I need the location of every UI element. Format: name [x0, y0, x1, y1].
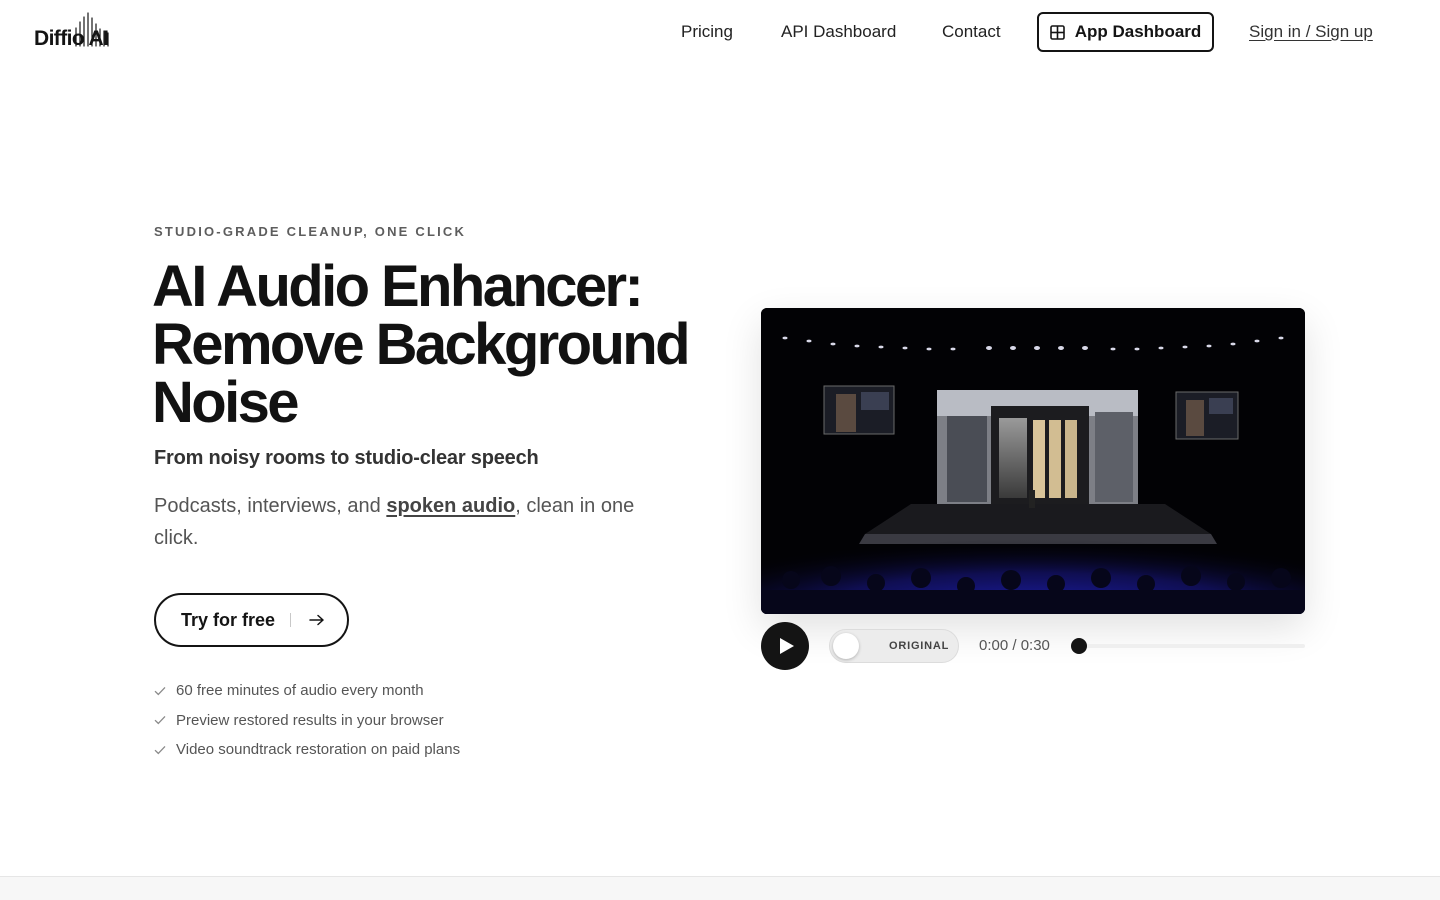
- check-icon: [154, 686, 166, 696]
- check-icon: [154, 716, 166, 725]
- logo[interactable]: Diffio AI: [34, 12, 118, 52]
- feature-list: 60 free minutes of audio every month Pre…: [154, 676, 460, 765]
- feature-item: Preview restored results in your browser: [154, 706, 460, 736]
- app-dashboard-button[interactable]: App Dashboard: [1037, 12, 1214, 52]
- toggle-label: ORIGINAL: [889, 640, 950, 652]
- play-button[interactable]: [761, 622, 809, 670]
- try-for-free-button[interactable]: Try for free: [154, 593, 349, 647]
- spoken-audio-link[interactable]: spoken audio: [386, 495, 515, 517]
- nav-pricing[interactable]: Pricing: [681, 22, 733, 42]
- sign-in-link[interactable]: Sign in / Sign up: [1249, 22, 1373, 42]
- logo-text: Diffio AI: [34, 27, 109, 50]
- app-dashboard-label: App Dashboard: [1074, 22, 1202, 41]
- grid-icon: [1049, 24, 1065, 40]
- seek-track[interactable]: [1075, 644, 1305, 648]
- button-divider: [290, 613, 292, 627]
- toggle-knob[interactable]: [833, 633, 859, 659]
- video-frame-image: [761, 308, 1305, 614]
- next-section-edge: [0, 876, 1440, 900]
- check-icon: [154, 745, 166, 755]
- play-icon: [779, 638, 794, 654]
- hero-title: AI Audio Enhancer: Remove Background Noi…: [152, 254, 691, 435]
- desc-text-before: Podcasts, interviews, and: [154, 495, 387, 517]
- nav-contact[interactable]: Contact: [942, 22, 1001, 42]
- try-for-free-label: Try for free: [181, 609, 276, 630]
- seek-bar[interactable]: [1071, 638, 1305, 654]
- hero-eyebrow: STUDIO-GRADE CLEANUP, ONE CLICK: [154, 224, 467, 239]
- video-preview[interactable]: [761, 308, 1305, 614]
- hero-subtitle: From noisy rooms to studio-clear speech: [154, 447, 539, 469]
- site-header: Diffio AI Pricing API Dashboard Contact …: [0, 0, 1440, 64]
- hero-description: Podcasts, interviews, and spoken audio, …: [154, 490, 654, 554]
- feature-item: Video soundtrack restoration on paid pla…: [154, 735, 460, 765]
- nav-api-dashboard[interactable]: API Dashboard: [781, 22, 896, 42]
- feature-text: Video soundtrack restoration on paid pla…: [176, 741, 461, 759]
- seek-thumb[interactable]: [1071, 638, 1087, 654]
- original-enhanced-toggle[interactable]: ORIGINAL: [829, 629, 959, 663]
- arrow-right-icon: [309, 614, 324, 626]
- time-display: 0:00 / 0:30: [979, 637, 1050, 654]
- feature-item: 60 free minutes of audio every month: [154, 676, 460, 706]
- feature-text: Preview restored results in your browser: [176, 711, 444, 729]
- feature-text: 60 free minutes of audio every month: [176, 682, 424, 700]
